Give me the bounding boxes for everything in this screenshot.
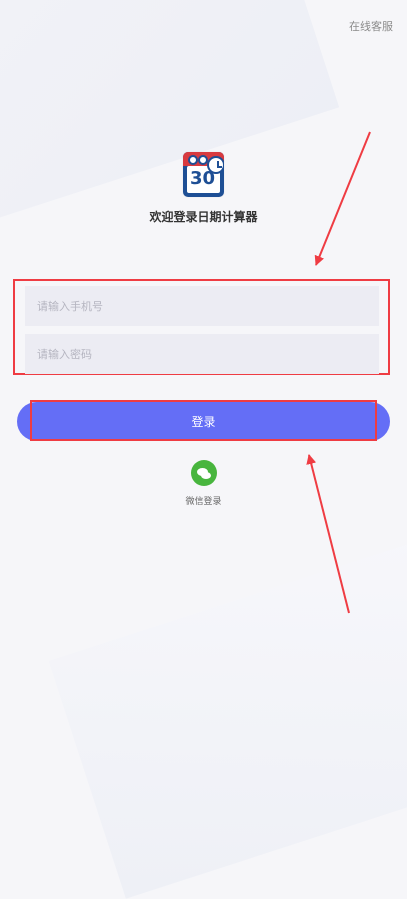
login-form-highlight	[13, 279, 390, 375]
clock-icon	[207, 156, 224, 174]
phone-input[interactable]	[25, 286, 379, 326]
welcome-title: 欢迎登录日期计算器	[149, 210, 258, 224]
password-input[interactable]	[25, 334, 379, 374]
background-shape-bottom	[48, 531, 407, 899]
wechat-bubble-small	[200, 472, 211, 479]
arrow-icon	[314, 131, 371, 266]
online-service-link[interactable]: 在线客服	[349, 18, 393, 34]
wechat-icon[interactable]	[190, 460, 217, 486]
clock-hand-horizontal	[217, 166, 222, 168]
login-button[interactable]: 登录	[17, 402, 390, 441]
phone-input-container	[25, 286, 379, 326]
wechat-login-label: 微信登录	[185, 497, 222, 507]
calendar-clock-icon: 30	[183, 152, 224, 197]
password-input-container	[25, 334, 379, 374]
background-shape-top	[0, 0, 340, 238]
logo-ring-left	[188, 155, 198, 165]
wechat-login[interactable]: 微信登录	[0, 460, 407, 507]
